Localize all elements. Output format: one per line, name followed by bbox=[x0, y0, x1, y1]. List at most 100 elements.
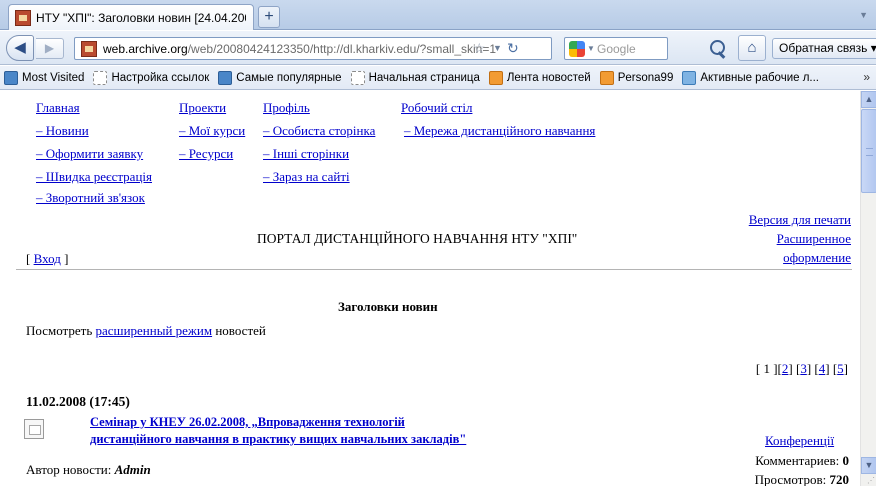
view-mode-line: Посмотреть расширенный режим новостей bbox=[26, 323, 266, 339]
views-count: 720 bbox=[829, 472, 850, 486]
url-text[interactable]: web.archive.org/web/20080424123350/http:… bbox=[103, 42, 496, 56]
nav-feedback-link[interactable]: – Зворотний зв'язок bbox=[36, 190, 145, 206]
bookmark-customize-links[interactable]: Настройка ссылок bbox=[93, 70, 210, 85]
bookmark-most-visited[interactable]: Most Visited bbox=[4, 70, 85, 85]
bookmark-label: Начальная страница bbox=[368, 71, 480, 84]
url-path: /web/20080424123350/http://dl.kharkiv.ed… bbox=[187, 42, 497, 56]
vertical-scrollbar[interactable]: ▲ ▼ ⋰ bbox=[860, 91, 876, 486]
rss-feed-icon bbox=[599, 70, 614, 85]
view-prefix: Посмотреть bbox=[26, 323, 96, 338]
news-author: Admin bbox=[114, 462, 151, 477]
search-engine-icon[interactable] bbox=[569, 41, 585, 57]
pagination-link-2[interactable]: 2 bbox=[782, 361, 789, 376]
resize-grip-icon[interactable]: ⋰ bbox=[867, 476, 875, 485]
bookmark-page-icon bbox=[93, 70, 108, 85]
search-box[interactable]: ▼ Google bbox=[564, 37, 668, 60]
nav-home-link[interactable]: Главная bbox=[36, 100, 80, 116]
feedback-dropdown-icon: ▾ bbox=[870, 41, 876, 55]
bookmark-news-feed[interactable]: Лента новостей bbox=[488, 70, 591, 85]
pagination: [ 1 ][2] [3] [4] [5] bbox=[755, 361, 848, 376]
site-favicon-icon bbox=[15, 9, 31, 26]
bookmarks-overflow-button[interactable]: » bbox=[863, 70, 870, 84]
new-tab-button[interactable]: + bbox=[258, 6, 280, 28]
bookmark-active-worksheets[interactable]: Активные рабочие л... bbox=[682, 70, 820, 85]
web-slice-icon bbox=[682, 70, 697, 85]
site-identity-icon[interactable] bbox=[81, 41, 97, 57]
views-label: Просмотров: bbox=[754, 472, 830, 486]
bookmark-folder-icon bbox=[218, 70, 233, 85]
nav-quick-register-link[interactable]: – Швидка реєстрація bbox=[36, 169, 152, 185]
bookmark-page-icon bbox=[350, 70, 365, 85]
bookmark-persona99[interactable]: Persona99 bbox=[599, 70, 674, 85]
nav-desktop-link[interactable]: Робочий стіл bbox=[401, 100, 472, 116]
news-author-line: Автор новости: Admin bbox=[26, 462, 151, 478]
bookmark-popular[interactable]: Самые популярные bbox=[218, 70, 342, 85]
nav-my-courses-link[interactable]: – Мої курси bbox=[179, 123, 245, 139]
page-viewport: Главная – Новини – Оформити заявку – Шви… bbox=[0, 91, 860, 486]
author-label: Автор новости: bbox=[26, 462, 115, 477]
bookmark-start-page[interactable]: Начальная страница bbox=[350, 70, 480, 85]
home-button[interactable]: ⌂ bbox=[738, 35, 766, 61]
bookmark-label: Настройка ссылок bbox=[111, 71, 210, 84]
pagination-link-5[interactable]: 5 bbox=[837, 361, 844, 376]
back-button[interactable]: ◀ bbox=[6, 35, 34, 61]
bookmarks-toolbar: Most Visited Настройка ссылок Самые попу… bbox=[0, 66, 876, 90]
tab-list-icon[interactable]: ▼ bbox=[859, 10, 868, 20]
extended-design-link-line2[interactable]: оформление bbox=[783, 250, 851, 266]
extended-mode-link[interactable]: расширенный режим bbox=[96, 323, 213, 338]
bookmark-label: Most Visited bbox=[22, 71, 85, 84]
tab-title: НТУ "ХПІ": Заголовки новин [24.04.2008 (… bbox=[36, 10, 246, 25]
bookmark-label: Лента новостей bbox=[506, 71, 591, 84]
navigation-toolbar: ◀ ▶ web.archive.org/web/20080424123350/h… bbox=[0, 31, 876, 65]
nav-distance-network-link[interactable]: – Мережа дистанційного навчання bbox=[404, 123, 595, 139]
active-tab[interactable]: НТУ "ХПІ": Заголовки новин [24.04.2008 (… bbox=[8, 4, 254, 30]
nav-news-link[interactable]: – Новини bbox=[36, 123, 89, 139]
login-link[interactable]: Вход bbox=[34, 251, 61, 266]
view-suffix: новостей bbox=[212, 323, 266, 338]
bookmark-star-icon[interactable]: ☆ bbox=[473, 40, 486, 57]
address-bar[interactable]: web.archive.org/web/20080424123350/http:… bbox=[74, 37, 552, 60]
feedback-button[interactable]: Обратная связь ▾ bbox=[772, 38, 876, 59]
nav-projects-link[interactable]: Проекти bbox=[179, 100, 226, 116]
bookmark-label: Persona99 bbox=[617, 71, 674, 84]
pagination-current: 1 bbox=[763, 361, 770, 376]
search-engine-dropdown-icon[interactable]: ▼ bbox=[587, 44, 595, 53]
search-input[interactable]: Google bbox=[597, 42, 636, 56]
url-host: web.archive.org bbox=[103, 42, 188, 56]
scrollbar-thumb[interactable] bbox=[861, 109, 876, 193]
bookmark-label: Активные рабочие л... bbox=[700, 71, 820, 84]
feedback-label: Обратная связь bbox=[779, 41, 868, 55]
news-title-link-line2[interactable]: дистанційного навчання в практику вищих … bbox=[90, 432, 466, 447]
extended-design-link-line1[interactable]: Расширенное bbox=[777, 231, 851, 247]
reload-icon[interactable]: ↻ bbox=[507, 40, 519, 57]
comments-count: 0 bbox=[842, 453, 850, 468]
news-title-link-line1[interactable]: Семінар у КНЕУ 26.02.2008, „Впровадження… bbox=[90, 415, 405, 430]
bookmark-folder-icon bbox=[4, 70, 18, 85]
nav-resources-link[interactable]: – Ресурси bbox=[179, 146, 233, 162]
search-magnifier-icon[interactable] bbox=[708, 39, 728, 59]
header-divider bbox=[16, 269, 852, 270]
nav-apply-link[interactable]: – Оформити заявку bbox=[36, 146, 143, 162]
scroll-down-arrow-icon[interactable]: ▼ bbox=[861, 457, 876, 474]
pagination-link-3[interactable]: 3 bbox=[800, 361, 807, 376]
history-dropdown-icon[interactable]: ▼ bbox=[493, 43, 502, 53]
scroll-up-arrow-icon[interactable]: ▲ bbox=[861, 91, 876, 108]
nav-personal-page-link[interactable]: – Особиста сторінка bbox=[263, 123, 375, 139]
comments-label: Комментариев: bbox=[755, 453, 843, 468]
news-category-link[interactable]: Конференції bbox=[765, 433, 834, 449]
nav-other-pages-link[interactable]: – Інші сторінки bbox=[263, 146, 349, 162]
nav-online-now-link[interactable]: – Зараз на сайті bbox=[263, 169, 350, 185]
forward-button[interactable]: ▶ bbox=[36, 38, 64, 59]
section-title: Заголовки новин bbox=[338, 299, 438, 314]
bracket: ] bbox=[60, 251, 69, 266]
login-area: [ Вход ] bbox=[26, 251, 68, 267]
bookmark-label: Самые популярные bbox=[236, 71, 342, 84]
tab-bar: НТУ "ХПІ": Заголовки новин [24.04.2008 (… bbox=[0, 0, 876, 30]
news-date: 11.02.2008 (17:45) bbox=[26, 394, 130, 409]
nav-profile-link[interactable]: Профіль bbox=[263, 100, 310, 116]
rss-feed-icon bbox=[488, 70, 503, 85]
news-image-placeholder-icon bbox=[24, 419, 44, 439]
pagination-link-4[interactable]: 4 bbox=[819, 361, 826, 376]
news-views: Просмотров: 720 bbox=[755, 472, 849, 486]
print-version-link[interactable]: Версия для печати bbox=[749, 212, 851, 228]
